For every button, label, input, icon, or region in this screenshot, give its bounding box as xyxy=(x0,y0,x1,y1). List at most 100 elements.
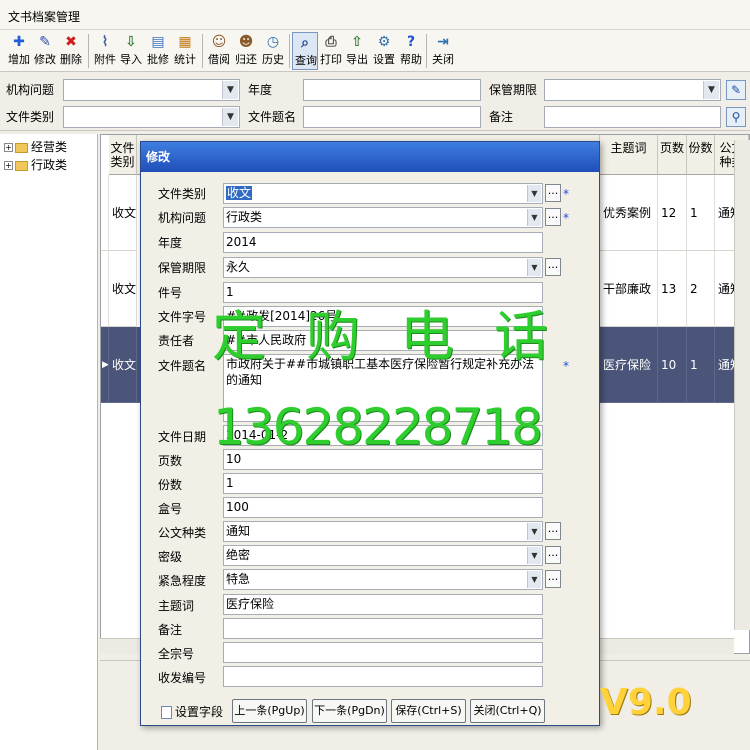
clipboard-icon: ▦ xyxy=(178,34,192,50)
cell-copies[interactable]: 2 xyxy=(687,251,715,327)
item-no-label: 件号 xyxy=(158,286,183,300)
delete-x-icon: ✖ xyxy=(65,34,77,50)
window-titlebar: 文书档案管理 xyxy=(0,0,750,30)
doc-kind-select[interactable]: 通知 ▼ xyxy=(223,521,543,542)
column-header-pages[interactable]: 页数 xyxy=(658,135,687,175)
retention-select[interactable]: ▼ xyxy=(544,79,721,101)
expand-plus-icon[interactable]: + xyxy=(4,143,13,152)
cell-subject[interactable]: 优秀案例 xyxy=(600,175,658,251)
responsible-label: 责任者 xyxy=(158,334,195,348)
doc-kind-label: 公文种类 xyxy=(158,526,207,540)
chevron-down-icon[interactable]: ▼ xyxy=(527,209,541,226)
doc-date-label: 文件日期 xyxy=(158,430,207,444)
cell-doc-type[interactable]: 收文 xyxy=(109,251,137,327)
year-input[interactable]: 2014 xyxy=(223,232,543,253)
row-indicator[interactable] xyxy=(101,251,109,327)
cell-pages[interactable]: 10 xyxy=(658,327,687,403)
tree-item-operations[interactable]: + 经营类 xyxy=(4,138,67,156)
remarks-filter-input[interactable] xyxy=(544,106,721,128)
expand-plus-icon[interactable]: + xyxy=(4,161,13,170)
folder-icon xyxy=(15,160,28,171)
column-header-doc-type[interactable]: 文件类别 xyxy=(109,135,137,175)
doc-type-label: 文件类别 xyxy=(158,187,207,201)
history-button[interactable]: ◷ 历史 xyxy=(260,32,286,70)
filter-bar: 机构问题 ▼ 年度 保管期限 ▼ ✎ 文件类别 ▼ 文件题名 备注 ⚲ xyxy=(0,73,750,131)
tree-item-administrative[interactable]: + 行政类 xyxy=(4,156,67,174)
chevron-down-icon[interactable]: ▼ xyxy=(527,185,541,202)
clear-filter-icon[interactable]: ✎ xyxy=(726,80,746,100)
chevron-down-icon[interactable]: ▼ xyxy=(527,571,541,588)
retention-more-button[interactable]: ... xyxy=(545,258,561,276)
cell-pages[interactable]: 12 xyxy=(658,175,687,251)
doc-type-select[interactable]: 收文 ▼ xyxy=(223,183,543,204)
doc-no-label: 文件字号 xyxy=(158,310,207,324)
cell-copies[interactable]: 1 xyxy=(687,175,715,251)
close-button[interactable]: ⇥ 关闭 xyxy=(430,32,456,70)
next-record-button[interactable]: 下一条(PgDn) xyxy=(312,699,387,723)
import-icon: ⇩ xyxy=(125,34,137,50)
doc-type-filter-label: 文件类别 xyxy=(6,110,55,124)
statistics-button[interactable]: ▦ 统计 xyxy=(172,32,198,70)
year-label: 年度 xyxy=(248,83,273,97)
paperclip-icon: ⌇ xyxy=(101,34,109,50)
settings-icon: ⚙ xyxy=(377,34,391,50)
remarks-filter-label: 备注 xyxy=(489,110,514,124)
chevron-down-icon[interactable]: ▼ xyxy=(222,81,238,99)
window-title: 文书档案管理 xyxy=(8,10,81,24)
chevron-down-icon[interactable]: ▼ xyxy=(527,259,541,276)
copies-input[interactable]: 1 xyxy=(223,473,543,494)
chevron-down-icon[interactable]: ▼ xyxy=(703,81,719,99)
chevron-down-icon[interactable]: ▼ xyxy=(222,108,238,126)
retention-label: 保管期限 xyxy=(489,83,538,97)
help-icon: ? xyxy=(406,34,416,50)
secrecy-more-button[interactable]: ... xyxy=(545,546,561,564)
cell-doc-type[interactable]: 收文 xyxy=(109,327,137,403)
clock-icon: ◷ xyxy=(266,34,280,50)
help-button[interactable]: ? 帮助 xyxy=(398,32,424,70)
remarks-input[interactable] xyxy=(223,618,543,639)
set-fields-button[interactable]: 设置字段 xyxy=(161,703,223,720)
secrecy-select[interactable]: 绝密 ▼ xyxy=(223,545,543,566)
row-pointer-icon[interactable]: ▶ xyxy=(101,327,109,403)
batch-edit-icon: ▤ xyxy=(151,34,165,50)
retention-select[interactable]: 永久 ▼ xyxy=(223,257,543,278)
box-no-input[interactable]: 100 xyxy=(223,497,543,518)
secrecy-label: 密级 xyxy=(158,550,183,564)
exit-door-icon: ⇥ xyxy=(437,34,449,50)
send-no-input[interactable] xyxy=(223,666,543,687)
org-issue-select[interactable]: 行政类 ▼ xyxy=(223,207,543,228)
pages-label: 页数 xyxy=(158,454,183,468)
subject-input[interactable]: 医疗保险 xyxy=(223,594,543,615)
urgency-label: 紧急程度 xyxy=(158,574,207,588)
fonds-no-input[interactable] xyxy=(223,642,543,663)
cell-subject[interactable]: 医疗保险 xyxy=(600,327,658,403)
row-indicator[interactable] xyxy=(101,175,109,251)
cell-copies[interactable]: 1 xyxy=(687,327,715,403)
doc-kind-more-button[interactable]: ... xyxy=(545,522,561,540)
chevron-down-icon[interactable]: ▼ xyxy=(527,523,541,540)
cell-pages[interactable]: 13 xyxy=(658,251,687,327)
urgency-more-button[interactable]: ... xyxy=(545,570,561,588)
save-button[interactable]: 保存(Ctrl+S) xyxy=(391,699,466,723)
cell-subject[interactable]: 干部廉政 xyxy=(600,251,658,327)
doc-type-more-button[interactable]: ... xyxy=(545,184,561,202)
binoculars-search-icon[interactable]: ⚲ xyxy=(726,107,746,127)
prev-record-button[interactable]: 上一条(PgUp) xyxy=(232,699,307,723)
vertical-scrollbar[interactable] xyxy=(734,140,750,630)
chevron-down-icon[interactable]: ▼ xyxy=(527,547,541,564)
column-header-copies[interactable]: 份数 xyxy=(687,135,715,175)
urgency-select[interactable]: 特急 ▼ xyxy=(223,569,543,590)
close-dialog-button[interactable]: 关闭(Ctrl+Q) xyxy=(470,699,545,723)
org-issue-more-button[interactable]: ... xyxy=(545,208,561,226)
return-icon: ☻ xyxy=(238,34,254,50)
org-issue-select[interactable]: ▼ xyxy=(63,79,240,101)
delete-button[interactable]: ✖ 删除 xyxy=(58,32,84,70)
export-icon: ⇧ xyxy=(351,34,363,50)
doc-title-filter-input[interactable] xyxy=(303,106,481,128)
year-input[interactable] xyxy=(303,79,481,101)
doc-type-filter-select[interactable]: ▼ xyxy=(63,106,240,128)
dialog-title[interactable]: 修改 xyxy=(141,142,599,172)
cell-doc-type[interactable]: 收文 xyxy=(109,175,137,251)
doc-title-filter-label: 文件题名 xyxy=(248,110,297,124)
column-header-subject[interactable]: 主题词 xyxy=(600,135,658,175)
